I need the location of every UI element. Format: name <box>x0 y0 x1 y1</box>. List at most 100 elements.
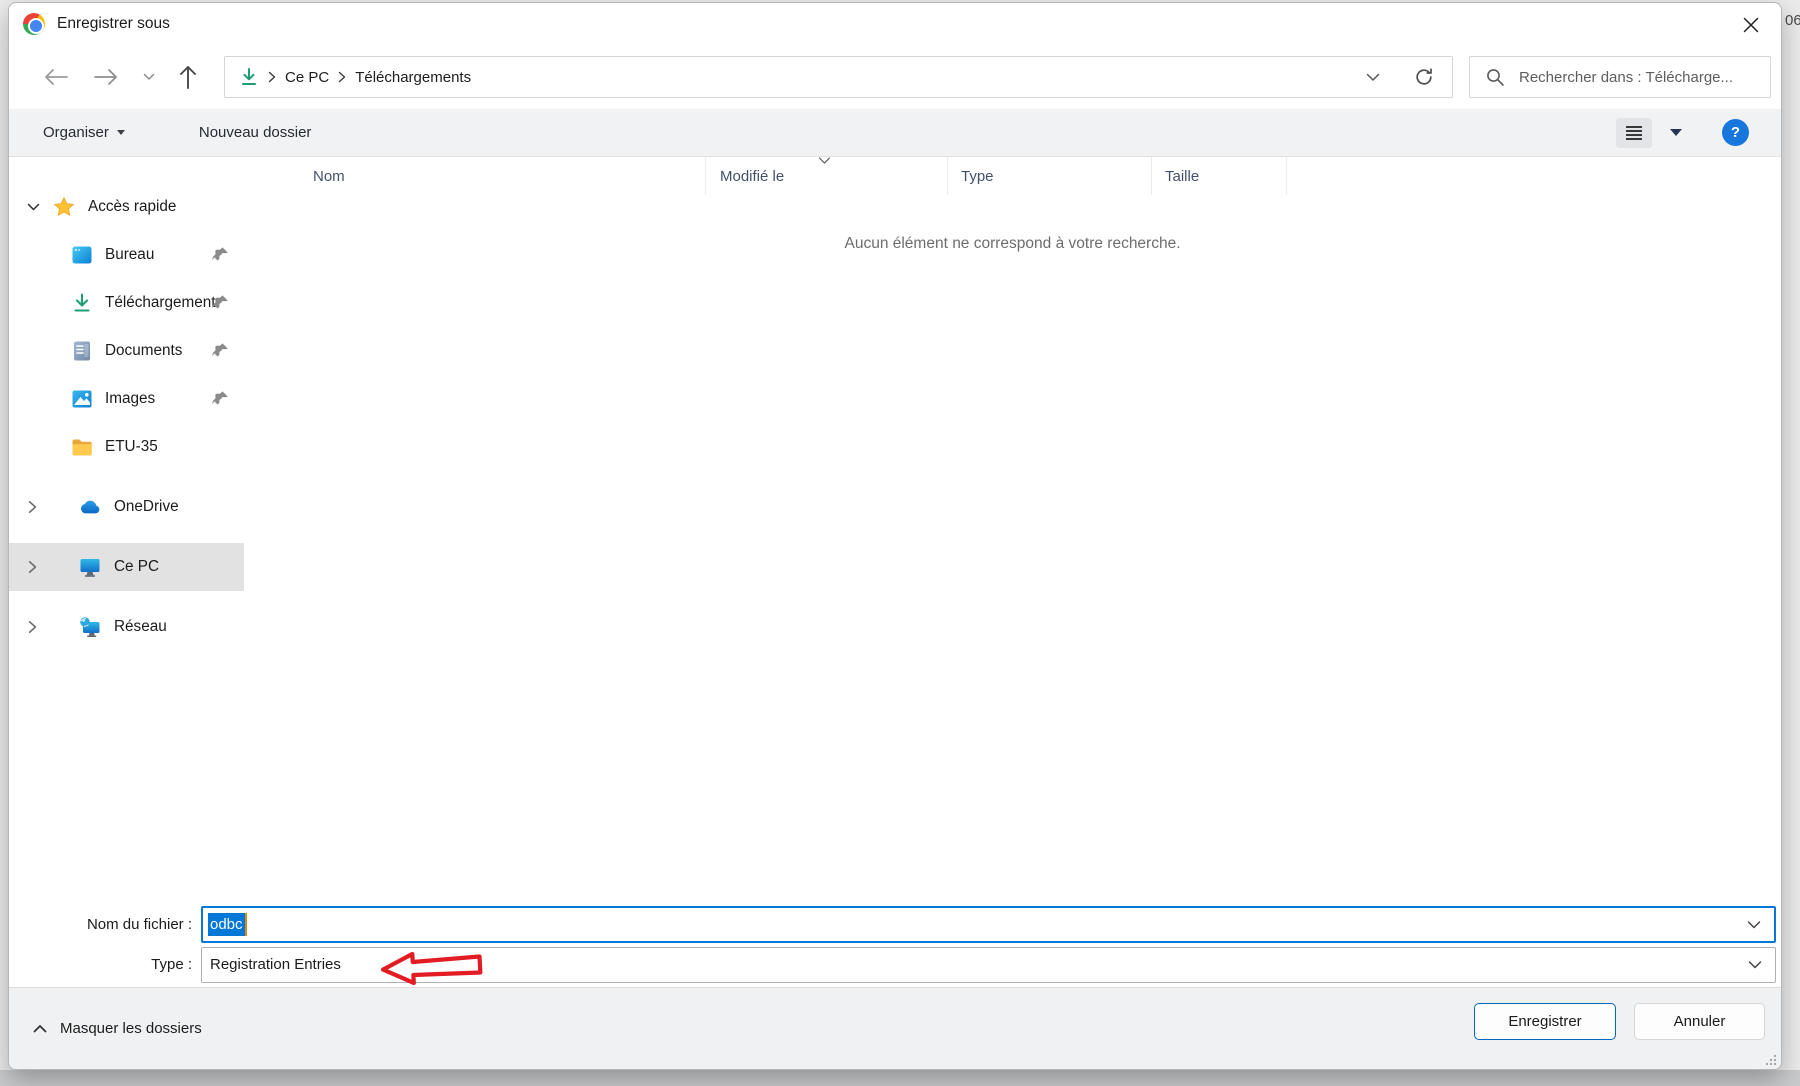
breadcrumb-separator-icon <box>338 71 346 83</box>
command-toolbar: Organiser Nouveau dossier ? <box>9 109 1781 157</box>
chevron-down-icon[interactable] <box>1747 920 1761 929</box>
new-folder-label: Nouveau dossier <box>199 124 312 141</box>
desktop-icon <box>71 244 93 266</box>
back-button[interactable] <box>43 68 69 86</box>
sidebar-item-onedrive[interactable]: OneDrive <box>9 483 244 531</box>
chrome-icon <box>23 13 45 35</box>
breadcrumb-separator-icon <box>268 71 276 83</box>
sidebar-item-images[interactable]: Images <box>9 375 244 423</box>
refresh-button[interactable] <box>1414 67 1434 87</box>
organize-label: Organiser <box>43 124 109 141</box>
dialog-title: Enregistrer sous <box>57 15 170 33</box>
sidebar-item-ce-pc[interactable]: Ce PC <box>9 543 244 591</box>
close-button[interactable] <box>1737 11 1765 39</box>
up-button[interactable] <box>179 64 197 90</box>
column-header-taille[interactable]: Taille <box>1151 157 1286 195</box>
column-label: Type <box>961 168 994 185</box>
onedrive-icon <box>79 499 101 515</box>
hide-folders-label: Masquer les dossiers <box>60 1020 202 1037</box>
image-icon <box>71 388 93 410</box>
column-header-spacer <box>1286 157 1781 195</box>
sidebar-item-telechargement[interactable]: Téléchargement <box>9 279 244 327</box>
sidebar-item-label: Documents <box>105 342 182 360</box>
search-icon <box>1486 68 1505 87</box>
column-header-type[interactable]: Type <box>947 157 1151 195</box>
filename-value: odbc <box>208 913 245 936</box>
cancel-button-label: Annuler <box>1674 1013 1726 1030</box>
filetype-label: Type : <box>9 956 201 973</box>
resize-grip[interactable] <box>1763 1052 1777 1066</box>
chevron-up-icon <box>33 1024 47 1033</box>
sidebar-item-label: Images <box>105 390 155 408</box>
background-page-text: 06 <box>1785 12 1800 29</box>
sidebar-item-label: Ce PC <box>114 558 159 576</box>
title-bar: Enregistrer sous <box>9 3 1781 45</box>
sidebar-item-documents[interactable]: Documents <box>9 327 244 375</box>
dialog-footer: Masquer les dossiers Enregistrer Annuler <box>9 987 1781 1069</box>
filename-label: Nom du fichier : <box>9 916 201 933</box>
forward-arrow-icon <box>93 68 119 86</box>
pin-icon[interactable] <box>211 245 228 262</box>
save-button[interactable]: Enregistrer <box>1474 1003 1616 1040</box>
star-icon <box>53 196 75 218</box>
hide-folders-toggle[interactable]: Masquer les dossiers <box>33 1020 202 1037</box>
help-button[interactable]: ? <box>1722 119 1749 146</box>
recent-locations-button[interactable] <box>143 73 155 81</box>
chevron-down-icon <box>27 203 40 212</box>
navigation-pane: Accès rapide Bureau Téléchargement <box>9 157 244 901</box>
sidebar-item-bureau[interactable]: Bureau <box>9 231 244 279</box>
back-arrow-icon <box>43 68 69 86</box>
organize-button[interactable]: Organiser <box>43 124 125 141</box>
empty-folder-message: Aucun élément ne correspond à votre rech… <box>244 235 1781 253</box>
chevron-down-icon <box>1366 73 1380 82</box>
download-icon <box>71 292 93 314</box>
red-annotation-arrow <box>379 946 485 987</box>
column-label: Modifié le <box>720 168 784 185</box>
document-icon <box>71 340 93 362</box>
breadcrumb-telechargements[interactable]: Téléchargements <box>355 69 471 86</box>
sort-indicator-icon <box>818 157 831 165</box>
view-options-caret[interactable] <box>1670 129 1682 136</box>
pin-icon[interactable] <box>211 293 228 310</box>
cancel-button[interactable]: Annuler <box>1634 1003 1765 1040</box>
file-list-area: Nom Modifié le Type Taille Aucun élément… <box>244 157 1781 901</box>
view-mode-button[interactable] <box>1616 118 1652 148</box>
background-strip <box>0 1070 1800 1086</box>
column-label: Nom <box>313 168 345 185</box>
sidebar-item-label: Téléchargement <box>105 294 216 312</box>
nav-arrows <box>9 64 224 90</box>
refresh-icon <box>1414 67 1434 87</box>
sidebar-item-label: Bureau <box>105 246 154 264</box>
chevron-down-icon <box>143 73 155 81</box>
pin-icon[interactable] <box>211 389 228 406</box>
save-button-label: Enregistrer <box>1508 1013 1581 1030</box>
search-input[interactable] <box>1519 69 1760 86</box>
close-icon <box>1743 17 1759 33</box>
address-bar[interactable]: Ce PC Téléchargements <box>224 56 1453 98</box>
column-label: Taille <box>1165 168 1199 185</box>
text-caret <box>245 913 248 936</box>
new-folder-button[interactable]: Nouveau dossier <box>199 124 312 141</box>
filename-input[interactable]: odbc <box>201 906 1776 943</box>
sidebar-item-quick-access[interactable]: Accès rapide <box>9 183 244 231</box>
filetype-select[interactable]: Registration Entries <box>201 947 1776 983</box>
column-header-nom[interactable]: Nom <box>244 157 705 195</box>
column-header-row: Nom Modifié le Type Taille <box>244 157 1781 195</box>
chevron-down-icon[interactable] <box>1748 960 1762 969</box>
filetype-value: Registration Entries <box>210 956 341 973</box>
sidebar-item-label: ETU-35 <box>105 438 158 456</box>
sidebar-item-etu35[interactable]: ETU-35 <box>9 423 244 471</box>
search-box[interactable] <box>1469 56 1771 98</box>
sidebar-item-label: Réseau <box>114 618 167 636</box>
computer-icon <box>79 556 101 578</box>
forward-button[interactable] <box>93 68 119 86</box>
navigation-row: Ce PC Téléchargements <box>9 45 1781 109</box>
address-dropdown-button[interactable] <box>1366 73 1380 82</box>
sidebar-item-reseau[interactable]: Réseau <box>9 603 244 651</box>
sidebar-item-label: Accès rapide <box>88 198 176 216</box>
save-as-dialog: Enregistrer sous <box>8 2 1782 1070</box>
pin-icon[interactable] <box>211 341 228 358</box>
sidebar-item-label: OneDrive <box>114 498 179 516</box>
list-view-icon <box>1625 125 1643 141</box>
breadcrumb-ce-pc[interactable]: Ce PC <box>285 69 329 86</box>
